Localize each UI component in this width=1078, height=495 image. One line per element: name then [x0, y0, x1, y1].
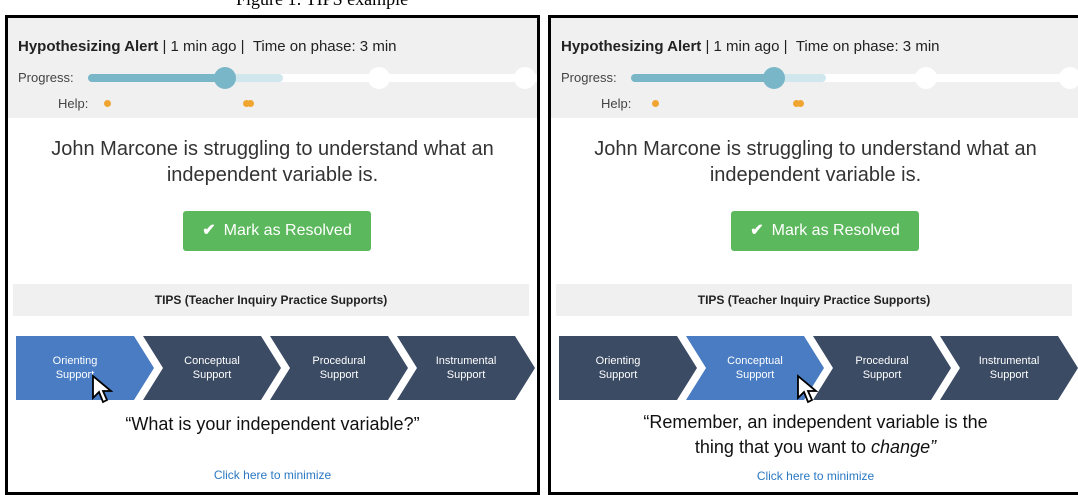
phase-knob-current[interactable]	[763, 67, 785, 89]
progress-label: Progress:	[18, 70, 74, 85]
support-tab-instrumental[interactable]: Instrumental Support	[397, 336, 535, 400]
resolve-label: Mark as Resolved	[223, 222, 352, 239]
quote-line-1: “Remember, an independent variable is th…	[643, 412, 988, 432]
support-tab-conceptual[interactable]: Conceptual Support	[143, 336, 281, 400]
progress-fill	[88, 74, 226, 82]
time-ago: 1 min ago	[713, 38, 780, 55]
tips-header: TIPS (Teacher Inquiry Practice Supports)	[556, 284, 1072, 316]
support-tab-label: Procedural Support	[312, 355, 366, 381]
support-quote: “What is your independent variable?”	[125, 414, 420, 434]
support-quote: “Remember, an independent variable is th…	[551, 410, 1078, 460]
help-dot	[104, 100, 111, 107]
checkmark-icon: ✔	[202, 222, 216, 239]
mark-resolved-button[interactable]: ✔ Mark as Resolved	[731, 211, 919, 251]
help-dot	[797, 100, 804, 107]
support-tab-label: Instrumental Support	[978, 355, 1040, 381]
alert-header: Hypothesizing Alert | 1 min ago | Time o…	[551, 18, 1078, 118]
mouse-pointer-icon	[92, 374, 113, 404]
alert-panel-right: Hypothesizing Alert | 1 min ago | Time o…	[548, 15, 1078, 495]
support-tab-procedural[interactable]: Procedural Support	[270, 336, 408, 400]
time-ago: 1 min ago	[170, 38, 237, 55]
support-tab-instrumental[interactable]: Instrumental Support	[940, 336, 1078, 400]
phase-knob[interactable]	[915, 67, 937, 89]
phase-knob-current[interactable]	[214, 67, 236, 89]
quote-text: thing that you want to	[694, 437, 872, 457]
minimize-link[interactable]: Click here to minimize	[551, 469, 1078, 483]
alert-panel-left: Hypothesizing Alert | 1 min ago | Time o…	[5, 15, 540, 495]
support-tab-label: Orienting Support	[52, 355, 98, 381]
progress-track	[631, 74, 1078, 82]
quote-text: ”	[930, 437, 937, 457]
alert-message: John Marcone is struggling to understand…	[51, 138, 494, 186]
mouse-pointer-icon	[797, 374, 818, 404]
alert-header: Hypothesizing Alert | 1 min ago | Time o…	[8, 18, 537, 118]
checkmark-icon: ✔	[750, 222, 764, 239]
progress-track	[88, 74, 537, 82]
alert-type: Hypothesizing Alert	[561, 38, 702, 55]
resolve-label: Mark as Resolved	[771, 222, 900, 239]
support-tab-label: Instrumental Support	[435, 355, 497, 381]
progress-fill	[631, 74, 769, 82]
alert-title: Hypothesizing Alert | 1 min ago | Time o…	[18, 38, 397, 55]
help-dot	[652, 100, 659, 107]
tips-header: TIPS (Teacher Inquiry Practice Supports)	[13, 284, 529, 316]
alert-type: Hypothesizing Alert	[18, 38, 159, 55]
quote-line-2: thing that you want to change”	[551, 435, 1078, 460]
alert-title: Hypothesizing Alert | 1 min ago | Time o…	[561, 38, 940, 55]
mark-resolved-button[interactable]: ✔ Mark as Resolved	[183, 211, 371, 251]
support-tab-label: Procedural Support	[855, 355, 909, 381]
quote-emphasis: change	[871, 437, 931, 457]
time-on-phase: Time on phase: 3 min	[795, 38, 940, 55]
phase-knob[interactable]	[368, 67, 390, 89]
phase-knob[interactable]	[514, 67, 536, 89]
help-dot	[247, 100, 254, 107]
help-label: Help:	[58, 96, 89, 111]
time-on-phase: Time on phase: 3 min	[252, 38, 397, 55]
support-tab-label: Orienting Support	[595, 355, 641, 381]
phase-knob[interactable]	[1059, 67, 1078, 89]
progress-label: Progress:	[561, 70, 617, 85]
help-label: Help:	[601, 96, 632, 111]
support-tab-orienting[interactable]: Orienting Support	[559, 336, 697, 400]
support-tab-orienting[interactable]: Orienting Support	[16, 336, 154, 400]
support-tab-label: Conceptual Support	[184, 355, 240, 381]
alert-message: John Marcone is struggling to understand…	[594, 138, 1037, 186]
caption-text: Figure 1: TIPS example	[236, 0, 408, 10]
support-tab-procedural[interactable]: Procedural Support	[813, 336, 951, 400]
